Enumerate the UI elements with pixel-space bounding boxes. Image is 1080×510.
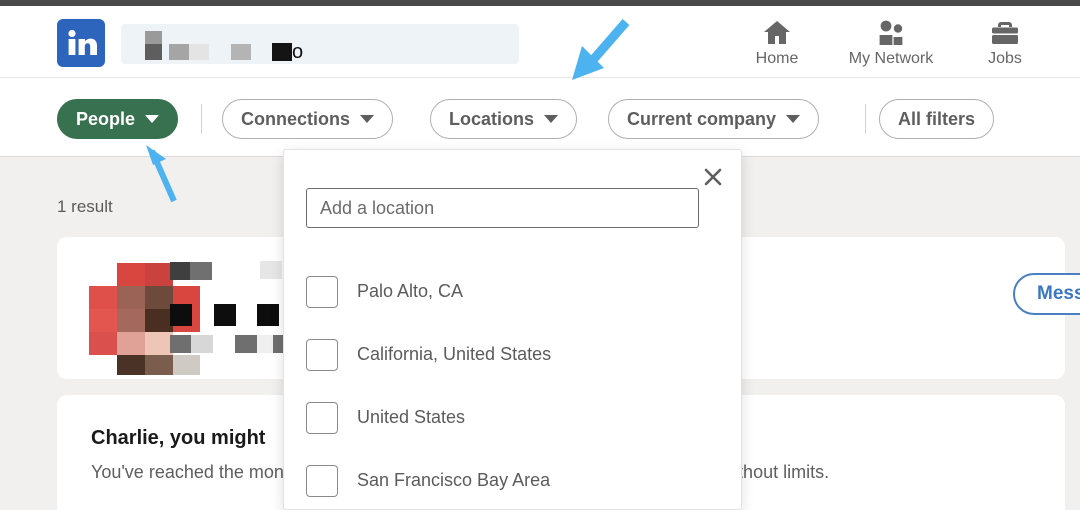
redacted-text-block — [145, 44, 162, 60]
checkbox-icon[interactable] — [306, 401, 338, 434]
home-icon — [762, 16, 792, 48]
avatar — [89, 263, 200, 375]
redacted-profile-meta — [170, 335, 191, 353]
redacted-profile-name — [170, 262, 190, 280]
my-network-icon — [875, 16, 907, 48]
global-nav: o Home My Network Jobs — [0, 6, 1080, 78]
location-option-label: San Francisco Bay Area — [357, 470, 551, 490]
nav-item-my-network-label: My Network — [848, 50, 934, 67]
redacted-profile-name — [260, 261, 282, 279]
redacted-text-block — [169, 44, 189, 60]
jobs-icon — [990, 16, 1020, 48]
location-option-label: Palo Alto, CA — [357, 281, 464, 301]
filter-pill-current-company-label: Current company — [627, 108, 777, 129]
chevron-down-icon — [786, 115, 801, 123]
nav-item-home-label: Home — [755, 50, 799, 67]
search-query-tail: o — [292, 41, 304, 63]
filter-pill-current-company[interactable]: Current company — [608, 99, 820, 139]
filter-pill-people[interactable]: People — [57, 99, 179, 139]
location-option-label: California, United States — [357, 344, 552, 364]
filter-pill-people-label: People — [76, 108, 136, 129]
redacted-profile-headline — [257, 304, 279, 326]
location-option-sf-bay-area[interactable]: San Francisco Bay Area — [306, 449, 716, 510]
add-location-input[interactable] — [306, 188, 699, 228]
nav-item-jobs-label: Jobs — [988, 50, 1022, 67]
location-option-united-states[interactable]: United States — [306, 386, 716, 449]
linkedin-logo-icon[interactable] — [57, 19, 105, 67]
location-option-label: United States — [357, 407, 466, 427]
redacted-profile-meta — [191, 335, 213, 353]
nav-item-my-network[interactable]: My Network — [834, 10, 948, 68]
nav-item-jobs[interactable]: Jobs — [948, 10, 1062, 68]
checkbox-icon[interactable] — [306, 275, 338, 308]
filter-pill-locations-label: Locations — [449, 108, 535, 129]
redacted-text-block — [272, 43, 292, 61]
message-button[interactable]: Message — [1013, 273, 1080, 315]
chevron-down-icon — [360, 115, 375, 123]
linkedin-search-page: o Home My Network Jobs People Connection… — [0, 0, 1080, 510]
location-option-california[interactable]: California, United States — [306, 323, 716, 386]
filter-divider — [865, 104, 866, 134]
filter-pill-connections-label: Connections — [241, 108, 351, 129]
checkbox-icon[interactable] — [306, 338, 338, 371]
redacted-profile-meta — [257, 335, 273, 353]
locations-dropdown-panel: Palo Alto, CA California, United States … — [283, 149, 742, 510]
close-icon[interactable] — [699, 163, 727, 191]
redacted-text-block — [231, 44, 251, 60]
locations-option-list: Palo Alto, CA California, United States … — [306, 260, 716, 510]
chevron-down-icon — [544, 115, 559, 123]
checkbox-icon[interactable] — [306, 464, 338, 497]
filter-pill-locations[interactable]: Locations — [430, 99, 578, 139]
filter-divider — [201, 104, 202, 134]
filter-pill-all-filters[interactable]: All filters — [879, 99, 995, 139]
redacted-profile-name — [190, 262, 212, 280]
premium-upsell-title: Charlie, you might — [91, 427, 266, 449]
filter-pill-all-filters-label: All filters — [898, 108, 976, 129]
redacted-profile-headline — [214, 304, 236, 326]
redacted-profile-headline — [170, 304, 192, 326]
nav-items: Home My Network Jobs — [720, 10, 1062, 68]
search-input[interactable]: o — [121, 24, 519, 64]
message-button-label: Message — [1037, 283, 1080, 304]
filter-pill-connections[interactable]: Connections — [222, 99, 394, 139]
redacted-profile-meta — [235, 335, 257, 353]
redacted-text-block — [145, 31, 162, 44]
chevron-down-icon — [145, 115, 160, 123]
result-count: 1 result — [57, 197, 113, 216]
redacted-text-block — [189, 44, 209, 60]
nav-item-home[interactable]: Home — [720, 10, 834, 68]
location-option-palo-alto[interactable]: Palo Alto, CA — [306, 260, 716, 323]
